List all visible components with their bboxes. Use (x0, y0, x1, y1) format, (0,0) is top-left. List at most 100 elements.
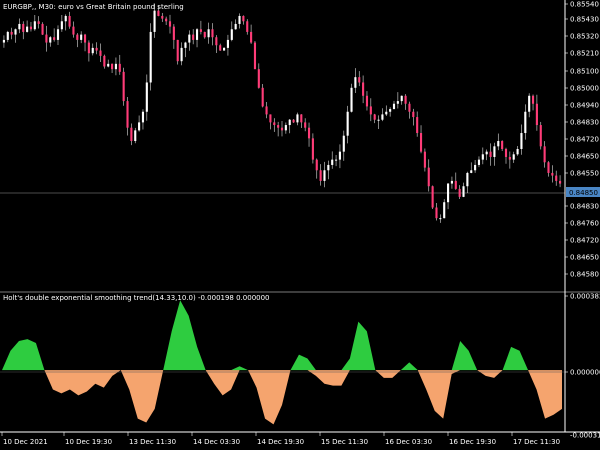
candle-body (242, 15, 245, 22)
candle-body (315, 159, 318, 171)
price-tick-label: 0.84650 (570, 153, 599, 161)
candle-body (439, 218, 442, 220)
candle-body (331, 159, 334, 165)
candle-body (207, 29, 210, 38)
candle-body (153, 10, 156, 32)
candle-body (477, 159, 481, 165)
candle-body (443, 202, 446, 219)
candle-body (18, 23, 21, 30)
candle (539, 121, 542, 150)
candle-body (238, 15, 241, 24)
candle-body (427, 167, 430, 187)
candle-body (64, 15, 67, 22)
candle-body (257, 69, 260, 88)
current-price-label: 0.84850 (569, 189, 598, 197)
candle-body (555, 175, 558, 181)
candle-body (114, 63, 117, 70)
candle-body (504, 148, 508, 157)
indicator-title: Holt's double exponential smoothing tren… (3, 294, 270, 302)
candle-body (470, 170, 473, 173)
time-tick-label: 14 Dec 19:30 (257, 438, 304, 446)
candle-body (419, 133, 423, 152)
indicator-tick-label: 0.000382 (570, 293, 600, 301)
candle-body (176, 39, 179, 62)
time-tick-label: 10 Dec 2021 (3, 438, 48, 446)
candle-body (76, 34, 79, 40)
price-tick-label: 0.84830 (570, 203, 599, 211)
candle-body (87, 42, 90, 54)
candle-body (203, 31, 206, 38)
candle-body (377, 119, 380, 121)
candle-body (215, 37, 218, 46)
candle-body (226, 39, 229, 48)
candle-body (134, 130, 137, 142)
candle-body (447, 183, 450, 203)
trading-chart[interactable]: EURGBP,, M30: euro vs Great Britain poun… (0, 0, 600, 450)
candle-body (269, 114, 272, 123)
candle-body (512, 154, 515, 160)
candle-body (56, 29, 60, 40)
time-tick-label: 16 Dec 19:30 (449, 438, 496, 446)
candle-body (431, 186, 434, 208)
price-tick-label: 0.85540 (570, 1, 599, 9)
candle-body (95, 47, 98, 51)
candle-body (408, 103, 411, 112)
candle-body (60, 21, 63, 30)
candle-body (559, 180, 562, 184)
candle-body (223, 47, 226, 51)
candle-body (49, 37, 52, 43)
candle-body (80, 34, 83, 40)
candle-body (335, 159, 338, 161)
price-tick-label: 0.84940 (570, 102, 599, 110)
candle-body (323, 170, 326, 181)
candle-body (508, 156, 511, 160)
candle-body (126, 101, 129, 128)
candle-body (412, 111, 415, 118)
candle-body (369, 106, 372, 115)
candle-body (474, 164, 477, 171)
candle-body (280, 127, 284, 131)
candle-body (381, 114, 384, 120)
candle-body (37, 21, 40, 24)
candle-body (111, 63, 114, 70)
candle-body (342, 135, 345, 152)
candle-body (516, 148, 519, 155)
price-tick-label: 0.84650 (570, 254, 599, 262)
candle (149, 23, 152, 91)
candle-body (284, 125, 287, 131)
price-tick-label: 0.85320 (570, 33, 599, 41)
time-tick-label: 13 Dec 11:30 (129, 438, 176, 446)
candle-body (493, 146, 496, 157)
candle-body (91, 47, 94, 54)
candle-body (551, 172, 554, 176)
candle-body (462, 186, 465, 197)
price-tick-label: 0.85000 (570, 85, 599, 93)
candle-body (350, 87, 353, 112)
candle-body (296, 114, 299, 123)
candle-body (292, 119, 295, 123)
indicator-tick-label: 0.000000 (570, 369, 600, 377)
candle-body (265, 106, 268, 115)
candle-body (389, 109, 392, 112)
candle-body (416, 117, 419, 134)
candle-body (346, 111, 349, 136)
candle-body (338, 151, 341, 160)
candle-body (288, 119, 291, 126)
candle-body (184, 42, 187, 48)
candle-body (373, 114, 376, 120)
candle-body (195, 29, 199, 40)
time-tick-label: 15 Dec 11:30 (321, 438, 368, 446)
candle-body (531, 95, 535, 104)
candle-body (157, 10, 160, 16)
candle-body (253, 42, 257, 70)
time-tick-label: 17 Dec 11:30 (513, 438, 560, 446)
candle-body (354, 77, 357, 88)
candle (122, 67, 125, 106)
candle-body (14, 29, 17, 35)
candle-body (103, 55, 106, 67)
price-tick-label: 0.84720 (570, 136, 599, 144)
candle-body (273, 122, 276, 126)
candle-body (497, 141, 500, 147)
price-tick-label: 0.85100 (570, 68, 599, 76)
candle-body (466, 172, 469, 187)
